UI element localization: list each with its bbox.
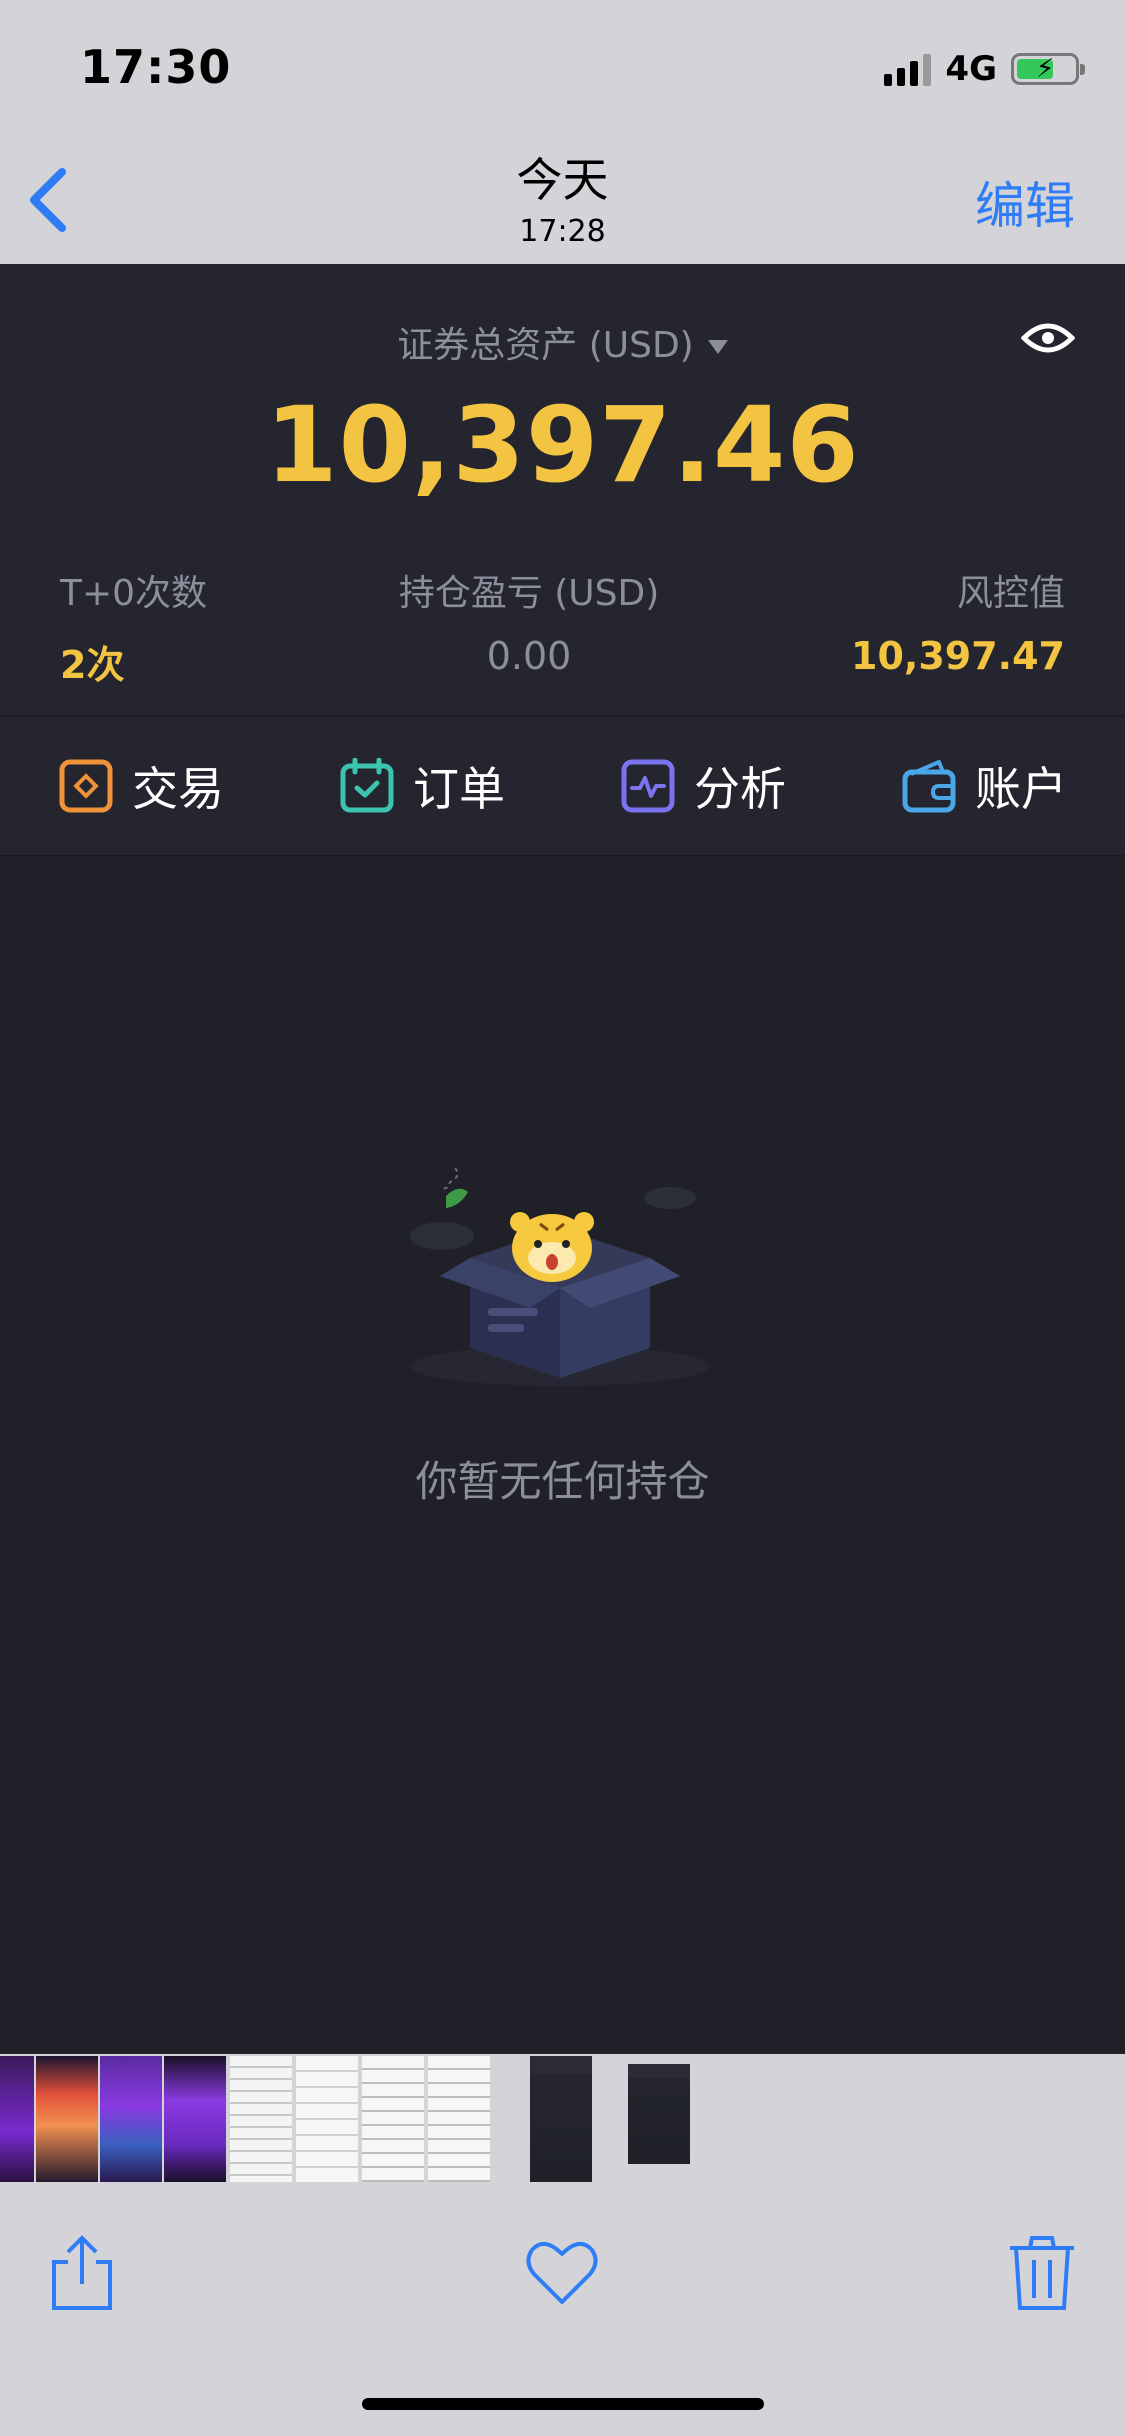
stat-position-pnl: 持仓盈亏 (USD) 0.00 <box>399 564 659 689</box>
stat-t0-count: T+0次数 2次 <box>60 564 207 689</box>
action-label: 交易 <box>132 762 224 816</box>
stat-risk-value: 风控值 10,397.47 <box>851 564 1065 689</box>
action-label: 订单 <box>413 762 505 816</box>
nav-subtitle: 17:28 <box>519 214 606 249</box>
account-button[interactable]: 账户 <box>901 753 1067 819</box>
photo-thumbnail[interactable] <box>362 2056 424 2182</box>
status-time: 17:30 <box>80 40 232 94</box>
tiger-in-box-illustration <box>410 1167 710 1386</box>
photo-thumbnail[interactable] <box>530 2056 592 2182</box>
status-bar: 17:30 4G ⚡ <box>0 0 1125 136</box>
photo-thumbnail[interactable] <box>100 2056 162 2182</box>
order-calendar-icon <box>340 758 394 813</box>
share-icon[interactable] <box>42 2232 122 2312</box>
cellular-signal-icon <box>884 52 932 86</box>
status-indicators: 4G ⚡ <box>884 48 1085 90</box>
trash-icon[interactable] <box>1002 2232 1082 2312</box>
caret-down-icon <box>707 340 728 354</box>
trade-button[interactable]: 交易 <box>58 753 224 819</box>
photo-thumbnail[interactable] <box>36 2056 98 2182</box>
holdings-empty-state: 你暂无任何持仓 <box>0 858 1125 2054</box>
asset-currency-selector[interactable]: 证券总资产 (USD) <box>0 316 1125 368</box>
empty-message: 你暂无任何持仓 <box>415 1457 710 1506</box>
network-type: 4G <box>945 49 997 89</box>
nav-title: 今天 <box>516 153 609 207</box>
eye-visibility-icon[interactable] <box>1021 318 1075 358</box>
wallet-icon <box>902 760 956 813</box>
home-indicator <box>362 2398 764 2410</box>
stat-value: 0.00 <box>486 634 572 678</box>
battery-icon: ⚡ <box>1011 53 1085 85</box>
stat-value: 10,397.47 <box>851 634 1065 678</box>
photo-thumbnail[interactable] <box>428 2056 490 2182</box>
account-summary: 证券总资产 (USD) 10,397.46 T+0次数 2次 持仓盈亏 (USD… <box>0 264 1125 714</box>
analysis-pulse-icon <box>621 759 675 813</box>
action-label: 账户 <box>975 762 1067 816</box>
photo-thumbnail[interactable] <box>296 2056 358 2182</box>
photo-thumbnail[interactable] <box>0 2056 34 2182</box>
total-assets-value: 10,397.46 <box>265 384 860 506</box>
stat-label: T+0次数 <box>60 573 208 614</box>
analysis-button[interactable]: 分析 <box>620 753 786 819</box>
stat-label: 风控值 <box>956 573 1065 614</box>
asset-label: 证券总资产 (USD) <box>397 325 694 366</box>
photo-thumbnail[interactable] <box>628 2064 690 2164</box>
photo-thumbnail[interactable] <box>230 2056 292 2182</box>
action-label: 分析 <box>694 762 786 816</box>
photo-thumbnail-strip[interactable] <box>0 2054 1125 2186</box>
stat-label: 持仓盈亏 (USD) <box>398 573 660 614</box>
stat-value: 2次 <box>60 643 125 687</box>
nav-title-group: 今天 17:28 <box>0 144 1125 249</box>
edit-button[interactable]: 编辑 <box>975 166 1075 238</box>
photos-nav-bar: 今天 17:28 编辑 <box>0 136 1125 264</box>
order-button[interactable]: 订单 <box>339 753 505 819</box>
photo-thumbnail[interactable] <box>164 2056 226 2182</box>
stats-row: T+0次数 2次 持仓盈亏 (USD) 0.00 风控值 10,397.47 <box>60 564 1065 689</box>
heart-icon[interactable] <box>522 2232 602 2312</box>
trade-icon <box>59 759 113 813</box>
action-row: 交易 订单 分析 账户 <box>0 716 1125 856</box>
